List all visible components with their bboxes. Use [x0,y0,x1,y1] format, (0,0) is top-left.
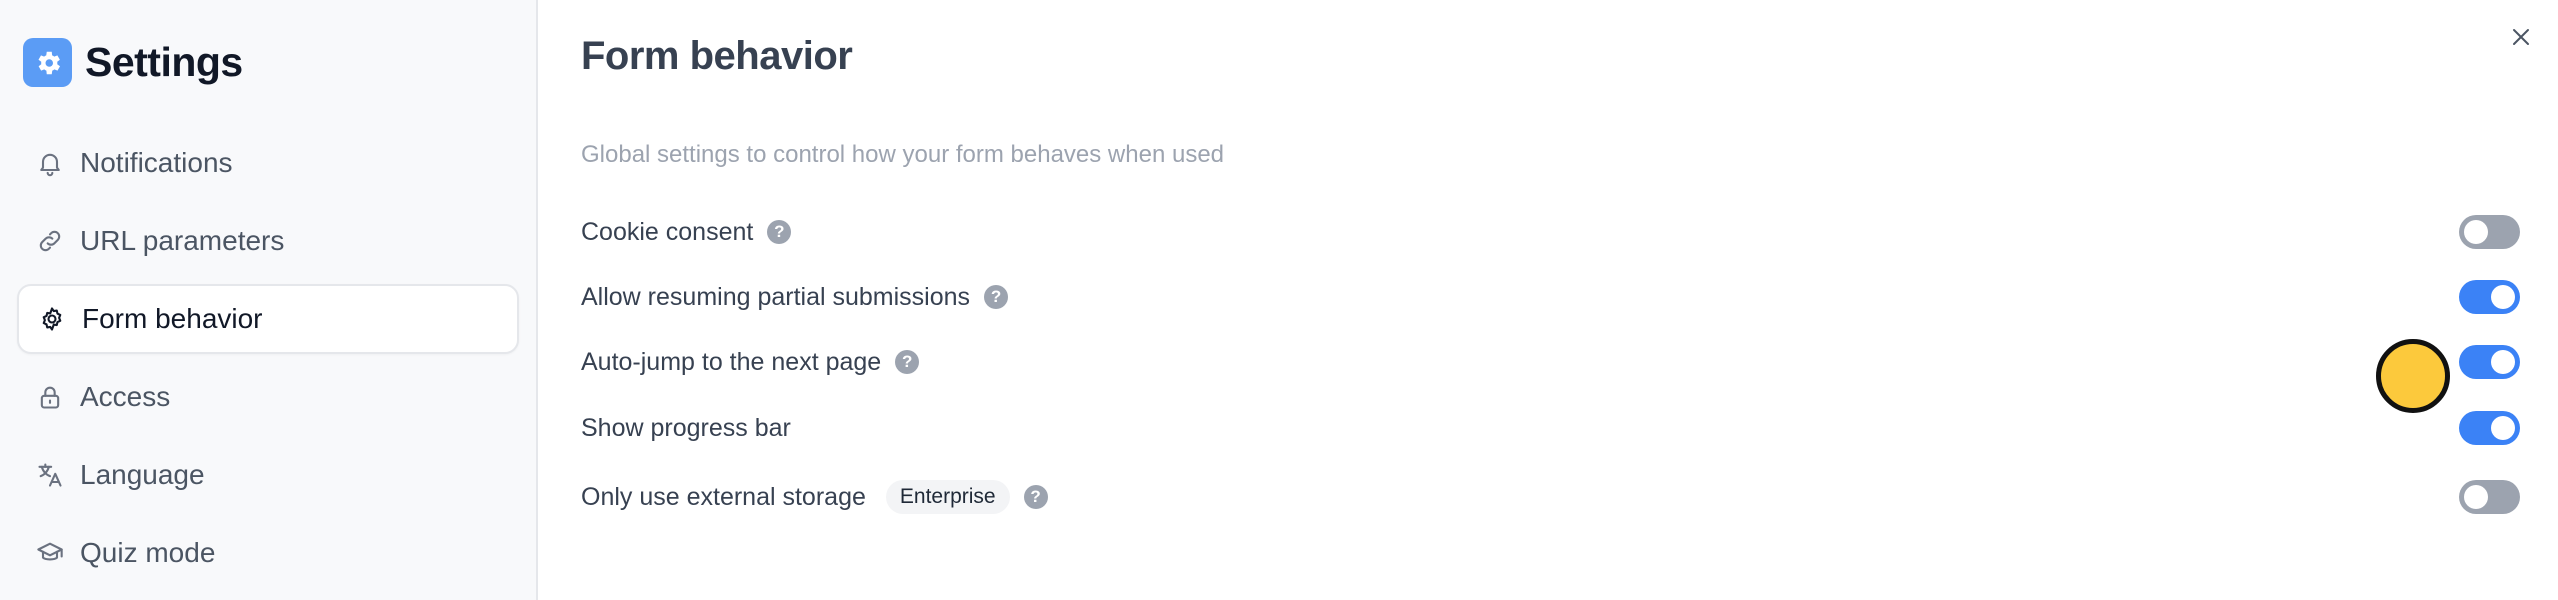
setting-row-resume-partial: Allow resuming partial submissions ? [581,275,2520,319]
help-icon[interactable]: ? [984,285,1009,309]
translate-icon [34,459,66,491]
auto-jump-toggle[interactable] [2459,345,2520,379]
sidebar-item-notifications[interactable]: Notifications [17,128,519,198]
sidebar-header: Settings [23,38,243,87]
setting-row-external-storage: Only use external storage Enterprise ? [581,475,2520,519]
graduation-cap-icon [34,537,66,569]
page-description: Global settings to control how your form… [581,141,1225,168]
toggle-knob [2464,485,2488,509]
sidebar-item-label: URL parameters [80,225,285,256]
toggle-knob [2491,416,2515,440]
sidebar-item-language[interactable]: Language [17,440,519,510]
settings-app: Settings Notifications URL parameters Fo… [0,0,2558,600]
sidebar-item-access[interactable]: Access [17,362,519,432]
bell-icon [34,147,66,179]
setting-row-auto-jump: Auto-jump to the next page ? [581,340,2520,384]
setting-label: Allow resuming partial submissions [581,282,971,311]
external-storage-toggle[interactable] [2459,480,2520,514]
setting-row-cookie-consent: Cookie consent ? [581,210,2520,254]
sidebar-item-label: Language [80,459,205,490]
sidebar-title: Settings [85,39,243,85]
toggle-knob [2464,220,2488,244]
sidebar-nav: Notifications URL parameters Form behavi… [17,128,519,596]
setting-label: Auto-jump to the next page [581,347,882,376]
gear-icon [23,38,72,87]
help-icon[interactable]: ? [767,220,792,244]
sidebar-item-label: Quiz mode [80,537,216,568]
cursor-indicator [2376,339,2450,413]
setting-row-progress-bar: Show progress bar [581,406,2520,450]
gear-icon [36,303,68,335]
setting-label: Cookie consent [581,217,754,246]
progress-bar-toggle[interactable] [2459,411,2520,445]
sidebar-item-label: Notifications [80,147,233,178]
main-panel: Form behavior Global settings to control… [538,0,2558,600]
enterprise-badge: Enterprise [885,480,1010,514]
help-icon[interactable]: ? [895,350,920,374]
cookie-consent-toggle[interactable] [2459,215,2520,249]
toggle-knob [2491,350,2515,374]
sidebar-item-form-behavior[interactable]: Form behavior [17,284,519,354]
resume-partial-toggle[interactable] [2459,280,2520,314]
sidebar-item-quiz-mode[interactable]: Quiz mode [17,518,519,588]
close-button[interactable] [2504,22,2538,56]
setting-label: Show progress bar [581,413,791,442]
help-icon[interactable]: ? [1023,485,1048,509]
close-icon [2511,27,2531,52]
toggle-knob [2491,285,2515,309]
page-title: Form behavior [581,34,853,78]
lock-icon [34,381,66,413]
link-icon [34,225,66,257]
sidebar-item-label: Form behavior [82,303,263,334]
sidebar-item-url-parameters[interactable]: URL parameters [17,206,519,276]
setting-label: Only use external storage [581,482,866,511]
sidebar: Settings Notifications URL parameters Fo… [0,0,538,600]
sidebar-item-label: Access [80,381,171,412]
